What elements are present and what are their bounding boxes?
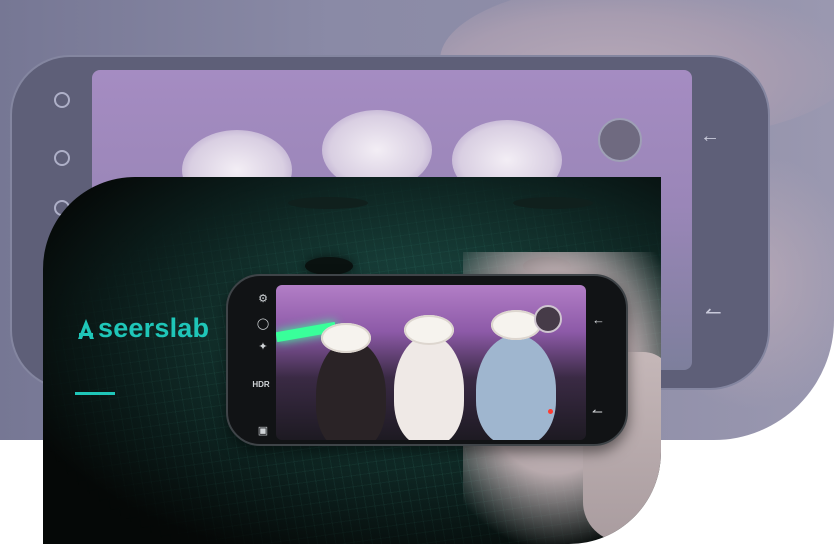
sheep-sticker: [321, 323, 371, 353]
gear-icon: [54, 92, 70, 108]
back-arrow-icon[interactable]: ←: [592, 312, 605, 327]
person-figure: [394, 335, 464, 440]
filter-avatar-icon[interactable]: [534, 305, 562, 333]
sheep-sticker: [404, 315, 454, 345]
seerslab-logo-mark-icon: [78, 318, 94, 339]
shutter-swap-icon: ↼: [705, 302, 722, 324]
face-brow: [513, 197, 593, 209]
person-figure: [476, 335, 556, 440]
flash-icon[interactable]: ✦: [254, 340, 272, 353]
camera-switch-icon[interactable]: ▣: [254, 424, 272, 437]
timer-icon[interactable]: ◯: [254, 317, 272, 330]
gear-icon[interactable]: ⚙: [254, 292, 272, 305]
person-figure: [316, 340, 386, 440]
face-eye: [305, 257, 353, 275]
hdr-button[interactable]: HDR: [252, 380, 270, 389]
face-brow: [288, 197, 368, 209]
accent-divider: [75, 392, 115, 395]
background-avatar: [598, 118, 642, 162]
shutter-swap-icon[interactable]: ↼: [592, 404, 603, 420]
back-arrow-icon: ←: [700, 125, 720, 147]
seerslab-logo: seerslab: [76, 313, 209, 344]
record-indicator: [548, 409, 553, 414]
brand-name: seerslab: [98, 313, 210, 343]
timer-icon: [54, 150, 70, 166]
